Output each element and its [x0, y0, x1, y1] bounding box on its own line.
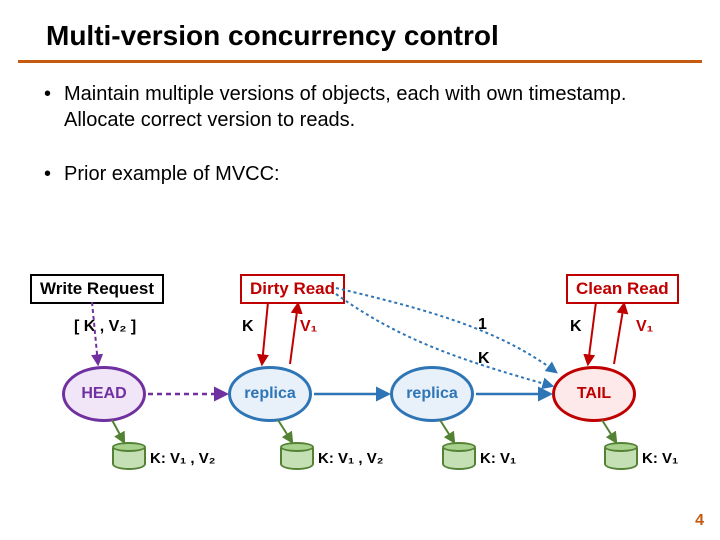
storage-cylinder-icon — [112, 442, 146, 472]
write-request-box: Write Request — [30, 274, 164, 304]
bullet-item: Maintain multiple versions of objects, e… — [44, 81, 692, 133]
clean-read-box: Clean Read — [566, 274, 679, 304]
storage-label: K: V₁ , V₂ — [150, 450, 215, 467]
clean-v-label: V₁ — [636, 318, 653, 336]
storage-cylinder-icon — [442, 442, 476, 472]
forward-1-label: 1 — [478, 316, 487, 334]
storage-label: K: V₁ — [642, 450, 678, 467]
replica-node-2: replica — [390, 366, 474, 422]
replica-node-1: replica — [228, 366, 312, 422]
write-payload-label: [ K , V₂ ] — [74, 318, 136, 336]
page-number: 4 — [695, 512, 704, 530]
storage-cylinder-icon — [280, 442, 314, 472]
mvcc-diagram: Write Request Dirty Read Clean Read HEAD… — [0, 260, 720, 500]
slide-title: Multi-version concurrency control — [18, 20, 702, 63]
dirty-read-box: Dirty Read — [240, 274, 345, 304]
dirty-v-label: V₁ — [300, 318, 317, 336]
forward-k-label: K — [478, 350, 490, 368]
slide: Multi-version concurrency control Mainta… — [0, 0, 720, 540]
head-node: HEAD — [62, 366, 146, 422]
storage-label: K: V₁ — [480, 450, 516, 467]
bullet-list: Maintain multiple versions of objects, e… — [0, 75, 720, 187]
dirty-k-label: K — [242, 318, 254, 336]
storage-label: K: V₁ , V₂ — [318, 450, 383, 467]
bullet-item: Prior example of MVCC: — [44, 161, 692, 187]
tail-node: TAIL — [552, 366, 636, 422]
storage-cylinder-icon — [604, 442, 638, 472]
clean-k-label: K — [570, 318, 582, 336]
